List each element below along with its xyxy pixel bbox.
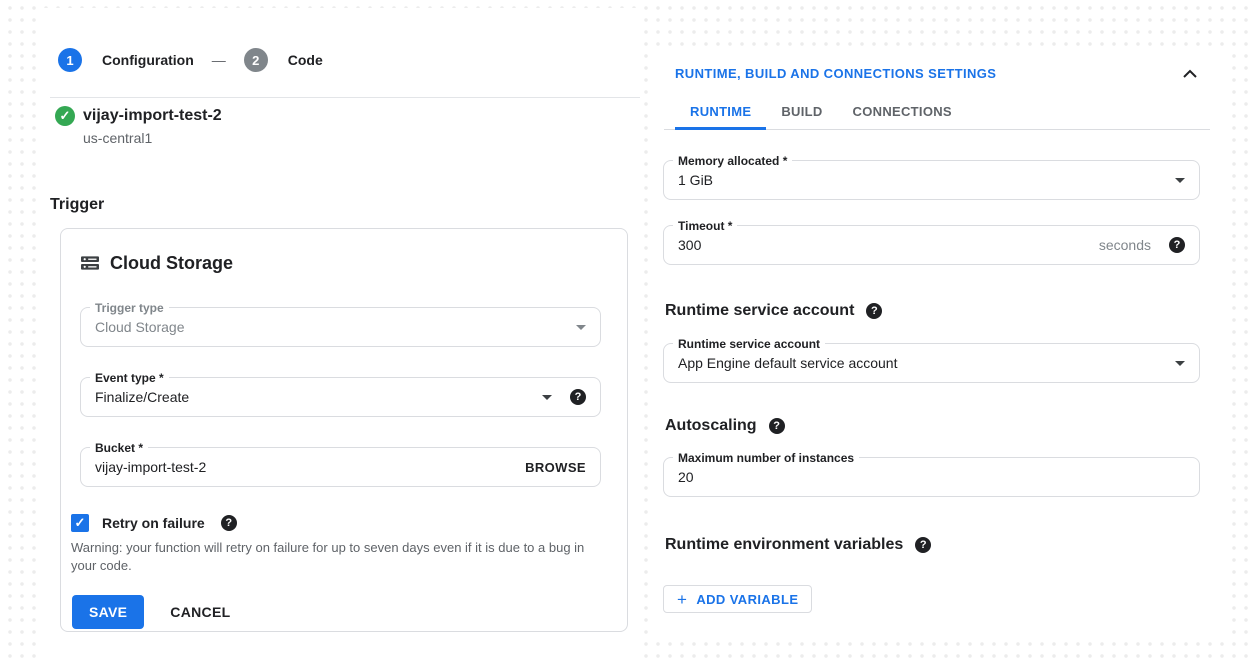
event-type-label: Event type *	[90, 370, 169, 386]
trigger-card: Cloud Storage Trigger type Cloud Storage…	[60, 228, 628, 632]
timeout-help-icon[interactable]: ?	[1169, 237, 1185, 253]
trigger-type-label: Trigger type	[90, 300, 169, 316]
bucket-input[interactable]	[95, 459, 525, 475]
max-instances-label: Maximum number of instances	[673, 450, 859, 466]
retry-warning-text: Warning: your function will retry on fai…	[71, 539, 591, 575]
timeout-field[interactable]: Timeout * seconds ?	[663, 225, 1200, 265]
function-summary: ✓ vijay-import-test-2	[55, 106, 640, 126]
max-instances-field[interactable]: Maximum number of instances	[663, 457, 1200, 497]
autoscaling-heading-text: Autoscaling	[665, 417, 757, 435]
tab-runtime-label: RUNTIME	[690, 104, 751, 119]
cancel-button[interactable]: CANCEL	[170, 604, 230, 620]
retry-help-icon[interactable]: ?	[221, 515, 237, 531]
stepper-divider	[50, 97, 640, 98]
tab-connections-label: CONNECTIONS	[853, 104, 952, 119]
step-separator: —	[212, 52, 226, 68]
autoscaling-section-heading: Autoscaling ?	[665, 416, 1224, 436]
add-variable-label: ADD VARIABLE	[696, 592, 798, 607]
trigger-type-field: Trigger type Cloud Storage	[80, 307, 601, 347]
service-account-label: Runtime service account	[673, 336, 825, 352]
tab-build[interactable]: BUILD	[766, 96, 837, 130]
settings-expander-header: RUNTIME, BUILD AND CONNECTIONS SETTINGS	[675, 64, 1198, 82]
timeout-label: Timeout *	[673, 218, 737, 234]
timeout-input[interactable]	[678, 237, 1091, 253]
retry-checkbox-label[interactable]: Retry on failure	[102, 515, 205, 531]
dropdown-arrow-icon	[576, 325, 586, 330]
service-account-section-heading: Runtime service account ?	[665, 301, 1224, 321]
timeout-suffix: seconds	[1099, 237, 1151, 253]
dropdown-arrow-icon	[542, 395, 552, 400]
success-check-icon: ✓	[55, 106, 75, 126]
env-vars-heading-text: Runtime environment variables	[665, 536, 903, 554]
service-account-value: App Engine default service account	[678, 355, 897, 371]
configuration-panel: 1 Configuration — 2 Code ✓ vijay-import-…	[44, 8, 640, 658]
cloud-function-config-page: 1 Configuration — 2 Code ✓ vijay-import-…	[0, 0, 1252, 658]
tab-connections[interactable]: CONNECTIONS	[838, 96, 967, 130]
memory-allocated-value: 1 GiB	[678, 172, 713, 188]
memory-allocated-field[interactable]: Memory allocated * 1 GiB	[663, 160, 1200, 200]
tab-build-label: BUILD	[781, 104, 822, 119]
autoscaling-help-icon[interactable]: ?	[769, 418, 785, 434]
settings-tabbar: RUNTIME BUILD CONNECTIONS	[664, 96, 1210, 130]
stepper: 1 Configuration — 2 Code	[58, 48, 640, 72]
trigger-card-title: Cloud Storage	[110, 253, 233, 274]
plus-icon: +	[677, 591, 687, 608]
step-2-label[interactable]: Code	[288, 52, 323, 68]
dropdown-arrow-icon	[1175, 178, 1185, 183]
bucket-label: Bucket *	[90, 440, 148, 456]
env-vars-section-heading: Runtime environment variables ?	[665, 535, 1224, 555]
function-name: vijay-import-test-2	[83, 107, 222, 125]
bucket-field[interactable]: Bucket * BROWSE	[80, 447, 601, 487]
retry-on-failure-row: ✓ Retry on failure ?	[71, 514, 601, 532]
event-type-help-icon[interactable]: ?	[570, 389, 586, 405]
add-variable-button[interactable]: + ADD VARIABLE	[663, 585, 812, 613]
max-instances-input[interactable]	[678, 469, 1185, 485]
memory-allocated-label: Memory allocated *	[673, 153, 792, 169]
settings-expander-title[interactable]: RUNTIME, BUILD AND CONNECTIONS SETTINGS	[675, 66, 996, 81]
step-1-label[interactable]: Configuration	[102, 52, 194, 68]
event-type-field[interactable]: Event type * Finalize/Create ?	[80, 377, 601, 417]
step-2-indicator[interactable]: 2	[244, 48, 268, 72]
chevron-up-icon[interactable]	[1182, 69, 1198, 78]
env-vars-help-icon[interactable]: ?	[915, 537, 931, 553]
trigger-card-title-row: Cloud Storage	[80, 251, 601, 275]
dropdown-arrow-icon	[1175, 361, 1185, 366]
tab-runtime[interactable]: RUNTIME	[675, 96, 766, 130]
event-type-value: Finalize/Create	[95, 389, 189, 405]
trigger-heading: Trigger	[50, 196, 640, 214]
retry-checkbox[interactable]: ✓	[71, 514, 89, 532]
runtime-settings-panel: RUNTIME, BUILD AND CONNECTIONS SETTINGS …	[650, 50, 1224, 642]
browse-button[interactable]: BROWSE	[525, 460, 586, 475]
step-1-indicator[interactable]: 1	[58, 48, 82, 72]
save-button[interactable]: SAVE	[72, 595, 144, 629]
trigger-type-value: Cloud Storage	[95, 319, 185, 335]
cloud-storage-icon	[80, 253, 100, 273]
form-actions: SAVE CANCEL	[72, 595, 601, 629]
service-account-field[interactable]: Runtime service account App Engine defau…	[663, 343, 1200, 383]
service-account-help-icon[interactable]: ?	[866, 303, 882, 319]
service-account-heading-text: Runtime service account	[665, 302, 854, 320]
function-region: us-central1	[83, 130, 640, 146]
